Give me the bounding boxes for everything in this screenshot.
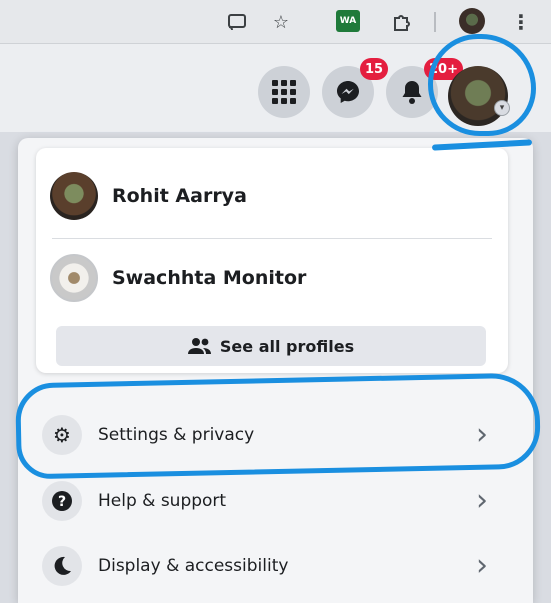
more-vert-icon[interactable]: ⋮ xyxy=(508,9,534,35)
moon-icon xyxy=(42,546,82,586)
profile-name: Swachhta Monitor xyxy=(112,267,307,289)
see-all-profiles-button[interactable]: See all profiles xyxy=(56,326,486,366)
chevron-right-icon: › xyxy=(476,548,488,583)
toolbar-divider xyxy=(434,12,436,32)
menu-grid-button[interactable] xyxy=(258,66,310,118)
avatar xyxy=(50,172,98,220)
menu-item-help-support[interactable]: ? Help & support › xyxy=(28,471,508,531)
browser-profile-avatar[interactable] xyxy=(459,8,485,34)
see-all-label: See all profiles xyxy=(219,336,355,356)
annotation-circle-settings xyxy=(15,372,541,480)
menu-item-label: Display & accessibility xyxy=(98,556,289,576)
chevron-right-icon: › xyxy=(476,483,488,518)
menu-item-label: Help & support xyxy=(98,491,227,511)
menu-item-display-accessibility[interactable]: Display & accessibility › xyxy=(28,536,508,596)
bookmark-star-icon[interactable]: ☆ xyxy=(268,9,294,35)
profile-row-main[interactable]: Rohit Aarrya xyxy=(50,168,490,224)
messenger-badge: 15 xyxy=(360,58,389,80)
messenger-icon xyxy=(337,81,359,103)
account-menu-panel: Rohit Aarrya Swachhta Monitor See all pr… xyxy=(18,138,533,603)
annotation-circle-profile xyxy=(428,34,536,136)
svg-text:?: ? xyxy=(58,494,66,510)
profile-row-page[interactable]: Swachhta Monitor xyxy=(50,250,490,306)
divider xyxy=(52,238,492,239)
profile-name: Rohit Aarrya xyxy=(112,185,247,207)
extensions-puzzle-icon[interactable] xyxy=(388,9,414,35)
page-avatar-switch-icon xyxy=(50,254,98,302)
cast-icon[interactable] xyxy=(224,9,250,35)
extension-wa-icon[interactable]: WA xyxy=(336,10,360,32)
help-icon: ? xyxy=(42,481,82,521)
bell-icon xyxy=(402,81,422,104)
profiles-card: Rohit Aarrya Swachhta Monitor See all pr… xyxy=(36,148,508,373)
people-icon xyxy=(187,338,211,354)
grid-icon xyxy=(272,80,296,104)
